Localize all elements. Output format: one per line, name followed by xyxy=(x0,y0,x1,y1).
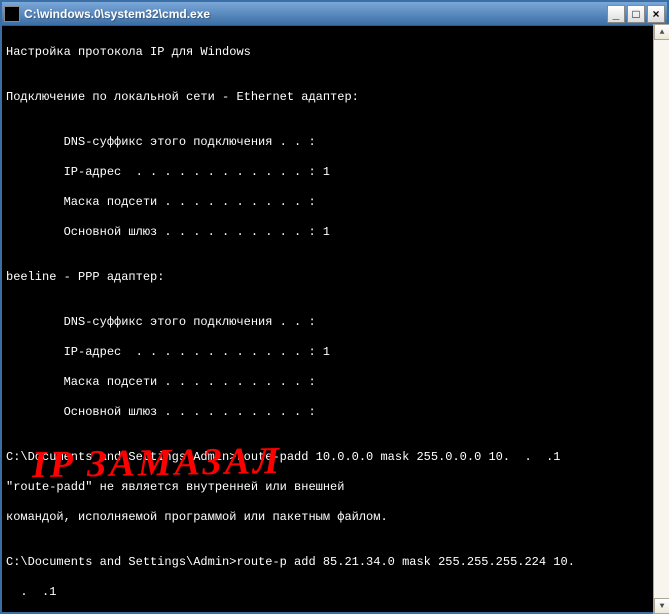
console-line: DNS-суффикс этого подключения . . : xyxy=(6,315,663,330)
close-button[interactable]: × xyxy=(647,5,665,23)
console-line: DNS-суффикс этого подключения . . : xyxy=(6,135,663,150)
console-line: IP-адрес . . . . . . . . . . . . : 1 xyxy=(6,165,663,180)
app-icon xyxy=(4,6,20,22)
console-line: командой, исполняемой программой или пак… xyxy=(6,510,663,525)
vertical-scrollbar[interactable]: ▲ ▼ xyxy=(653,24,669,614)
console-line: Маска подсети . . . . . . . . . . : xyxy=(6,375,663,390)
window-controls: _ □ × xyxy=(607,5,665,23)
console-line: IP-адрес . . . . . . . . . . . . : 1 xyxy=(6,345,663,360)
console-line: Маска подсети . . . . . . . . . . : xyxy=(6,195,663,210)
console-output[interactable]: Настройка протокола IP для Windows Подкл… xyxy=(2,26,667,612)
scroll-up-button[interactable]: ▲ xyxy=(654,24,669,40)
cmd-window: C:\windows.0\system32\cmd.exe _ □ × Наст… xyxy=(0,0,669,614)
handwritten-annotation: IP ЗАМАЗАЛ xyxy=(32,454,282,473)
console-line: . .1 xyxy=(6,585,663,600)
console-line: C:\Documents and Settings\Admin>route-p … xyxy=(6,555,663,570)
maximize-button[interactable]: □ xyxy=(627,5,645,23)
scroll-track[interactable] xyxy=(654,40,669,598)
titlebar[interactable]: C:\windows.0\system32\cmd.exe _ □ × xyxy=(2,2,667,26)
scroll-down-button[interactable]: ▼ xyxy=(654,598,669,614)
console-line: beeline - PPP адаптер: xyxy=(6,270,663,285)
console-line: Основной шлюз . . . . . . . . . . : xyxy=(6,405,663,420)
console-line: Настройка протокола IP для Windows xyxy=(6,45,663,60)
minimize-button[interactable]: _ xyxy=(607,5,625,23)
window-title: C:\windows.0\system32\cmd.exe xyxy=(24,7,607,21)
console-line: Основной шлюз . . . . . . . . . . : 1 xyxy=(6,225,663,240)
console-line: Подключение по локальной сети - Ethernet… xyxy=(6,90,663,105)
